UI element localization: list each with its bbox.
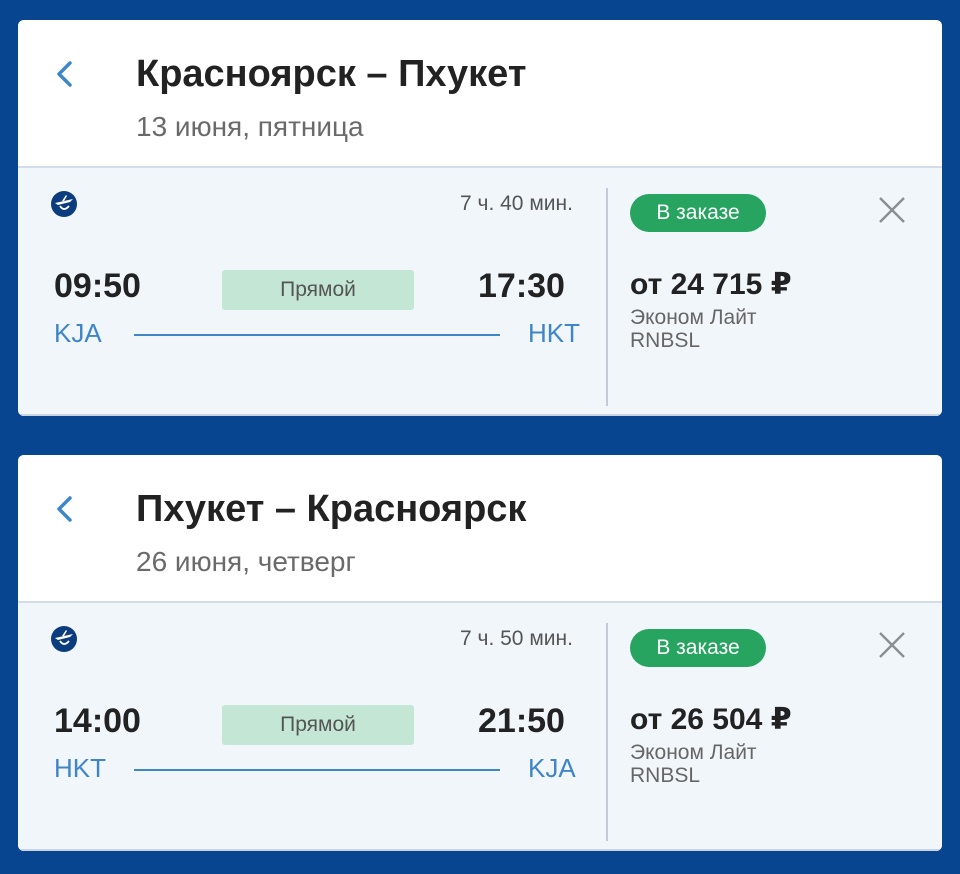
airline-logo-icon	[51, 191, 77, 217]
route-line	[134, 334, 500, 336]
route-line	[134, 769, 500, 771]
route-date: 13 июня, пятница	[136, 111, 364, 142]
flight-duration: 7 ч. 40 мин.	[460, 192, 573, 215]
price: от 24 715 ₽	[630, 268, 792, 301]
arrival-time: 21:50	[478, 702, 565, 740]
panel-divider	[606, 623, 608, 841]
direct-flight-badge: Прямой	[222, 705, 414, 745]
direct-flight-badge: Прямой	[222, 270, 414, 310]
route-title: Красноярск – Пхукет	[136, 53, 527, 95]
status-badge: В заказе	[630, 194, 766, 232]
close-icon[interactable]	[876, 194, 908, 226]
flight-option[interactable]: 7 ч. 50 мин. 14:00 Прямой 21:50 HKT KJA …	[18, 601, 942, 851]
fare-name: Эконом Лайт	[630, 741, 757, 764]
arrival-airport-code: KJA	[528, 753, 576, 783]
flight-duration: 7 ч. 50 мин.	[460, 627, 573, 650]
segment-header: Красноярск – Пхукет 13 июня, пятница	[18, 20, 942, 166]
segment-header: Пхукет – Красноярск 26 июня, четверг	[18, 455, 942, 601]
fare-code: RNBSL	[630, 329, 701, 352]
arrival-time: 17:30	[478, 267, 565, 305]
back-chevron-left-icon[interactable]	[48, 56, 84, 92]
route-date: 26 июня, четверг	[136, 546, 356, 577]
arrival-airport-code: HKT	[528, 318, 580, 348]
flight-option[interactable]: 7 ч. 40 мин. 09:50 Прямой 17:30 KJA HKT …	[18, 166, 942, 416]
back-chevron-left-icon[interactable]	[48, 491, 84, 527]
close-icon[interactable]	[876, 629, 908, 661]
fare-code: RNBSL	[630, 764, 701, 787]
flight-segment-card: Пхукет – Красноярск 26 июня, четверг 7 ч…	[18, 455, 942, 851]
route-title: Пхукет – Красноярск	[136, 488, 527, 530]
panel-divider	[606, 188, 608, 406]
departure-time: 14:00	[54, 702, 141, 740]
departure-airport-code: HKT	[54, 753, 106, 783]
fare-name: Эконом Лайт	[630, 306, 757, 329]
flight-segment-card: Красноярск – Пхукет 13 июня, пятница 7 ч…	[18, 20, 942, 416]
price: от 26 504 ₽	[630, 703, 792, 736]
departure-airport-code: KJA	[54, 318, 102, 348]
departure-time: 09:50	[54, 267, 141, 305]
status-badge: В заказе	[630, 629, 766, 667]
airline-logo-icon	[51, 626, 77, 652]
